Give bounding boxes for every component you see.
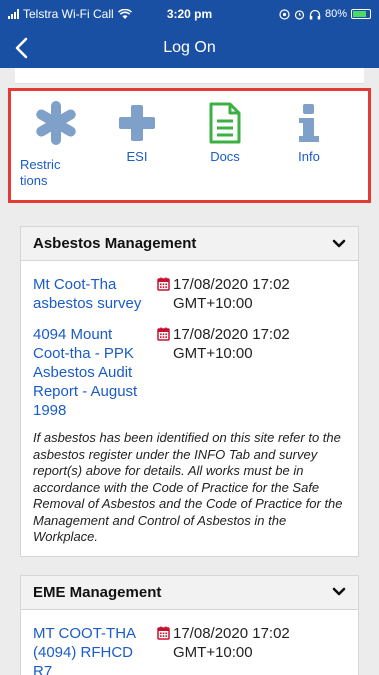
document-date: 17/08/2020 17:02 GMT+10:00: [173, 624, 290, 661]
chevron-down-icon: [332, 239, 346, 247]
plus-icon: [119, 105, 155, 141]
back-button[interactable]: [6, 30, 36, 66]
nav-bar: Log On: [0, 28, 379, 68]
signal-icon: [8, 9, 19, 19]
battery-percent: 80%: [324, 8, 347, 20]
document-date-cell: 17/08/2020 17:02 GMT+10:00: [157, 275, 346, 313]
calendar-icon: [157, 327, 170, 341]
eme-management-body: MT COOT-THA (4094) RFHCD R7 17/08/2020 1…: [21, 610, 358, 675]
document-link[interactable]: 4094 Mount Coot-tha - PPK Asbestos Audit…: [33, 325, 157, 420]
esi-button[interactable]: ESI: [101, 97, 173, 165]
document-date-cell: 17/08/2020 17:02 GMT+10:00: [157, 325, 346, 420]
info-icon: [299, 104, 319, 142]
eme-management-card: EME Management MT COOT-THA (4094) RFHCD …: [20, 574, 359, 675]
document-link[interactable]: Mt Coot-Tha asbestos survey: [33, 275, 157, 313]
carrier-label: Telstra Wi-Fi Call: [23, 7, 114, 21]
chevron-down-icon: [332, 587, 346, 596]
restrictions-button[interactable]: Restrictions: [20, 97, 92, 189]
info-button[interactable]: Info: [273, 97, 345, 165]
document-row: 4094 Mount Coot-tha - PPK Asbestos Audit…: [33, 325, 346, 420]
status-bar: Telstra Wi-Fi Call 3:20 pm 80%: [0, 0, 379, 28]
document-link[interactable]: MT COOT-THA (4094) RFHCD R7: [33, 624, 157, 675]
asterisk-icon: [36, 101, 76, 145]
main-content[interactable]: Restrictions ESI Docs Info Asbestos Mana…: [0, 68, 379, 675]
alarm-icon: [294, 9, 305, 20]
tool-bar: Restrictions ESI Docs Info: [8, 88, 371, 203]
battery-icon: [351, 9, 371, 19]
esi-label: ESI: [126, 149, 148, 164]
page-title: Log On: [163, 39, 216, 56]
document-date-cell: 17/08/2020 17:02 GMT+10:00: [157, 624, 346, 675]
headphones-icon: [309, 9, 321, 19]
calendar-icon: [157, 626, 170, 640]
eme-management-title: EME Management: [33, 583, 162, 601]
eme-management-header[interactable]: EME Management: [21, 575, 358, 610]
chevron-left-icon: [15, 37, 28, 59]
status-right: 80%: [279, 8, 371, 20]
previous-card-edge: [15, 68, 364, 84]
wifi-icon: [117, 8, 132, 19]
asbestos-management-header[interactable]: Asbestos Management: [21, 227, 358, 261]
document-date: 17/08/2020 17:02 GMT+10:00: [173, 326, 290, 362]
document-row: Mt Coot-Tha asbestos survey 17/08/2020 1…: [33, 275, 346, 313]
asbestos-note: If asbestos has been identified on this …: [33, 430, 343, 544]
docs-button[interactable]: Docs: [189, 97, 261, 165]
calendar-icon: [157, 277, 170, 291]
document-icon: [209, 102, 241, 144]
info-label: Info: [298, 149, 320, 164]
status-left: Telstra Wi-Fi Call: [8, 7, 158, 21]
restrictions-label: Restrictions: [20, 157, 61, 188]
document-date: 17/08/2020 17:02 GMT+10:00: [173, 276, 290, 312]
location-icon: [279, 8, 290, 20]
docs-label: Docs: [210, 149, 240, 164]
asbestos-management-card: Asbestos Management Mt Coot-Tha asbestos…: [20, 226, 359, 557]
asbestos-management-title: Asbestos Management: [33, 235, 197, 252]
document-row: MT COOT-THA (4094) RFHCD R7 17/08/2020 1…: [33, 624, 346, 675]
asbestos-management-body: Mt Coot-Tha asbestos survey 17/08/2020 1…: [21, 261, 358, 556]
